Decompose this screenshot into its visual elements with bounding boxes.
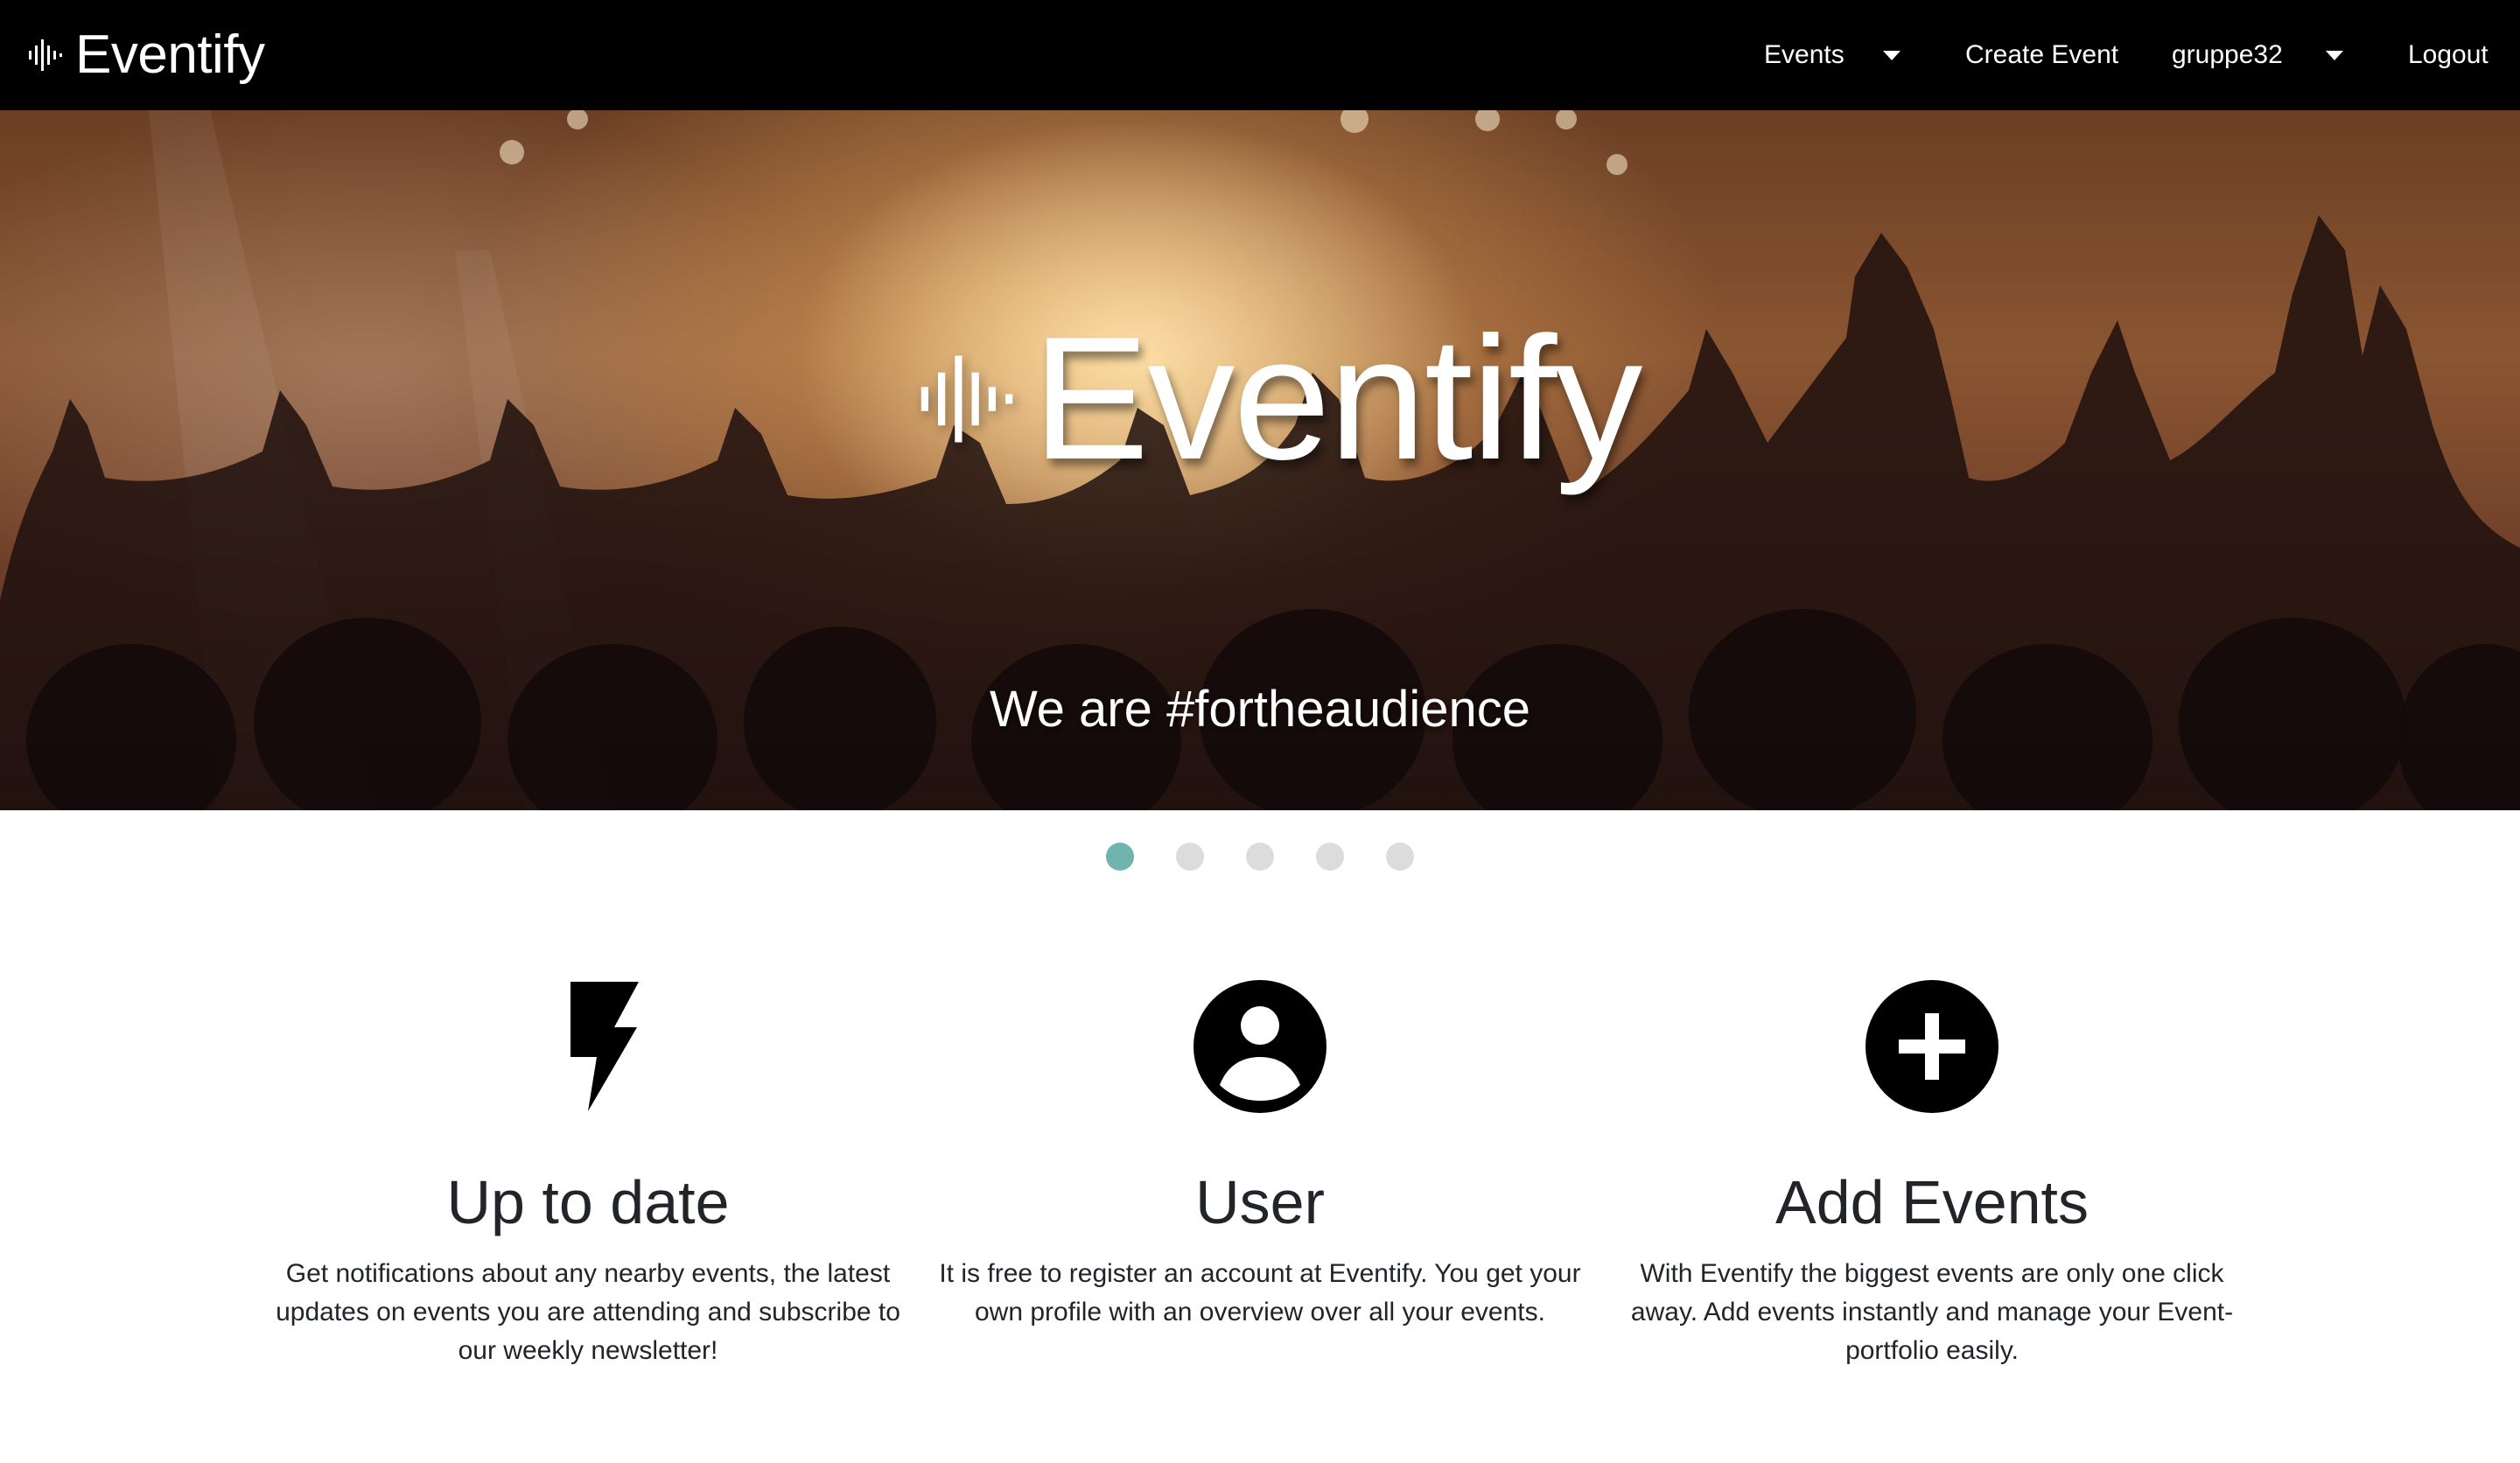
sound-wave-icon — [920, 355, 1013, 443]
feature-title: Up to date — [446, 1168, 730, 1236]
hero-carousel[interactable]: Eventify We are #fortheaudience — [0, 110, 2520, 810]
nav-create-event[interactable]: Create Event — [1965, 35, 2118, 75]
sound-wave-icon — [29, 39, 62, 71]
chevron-down-icon[interactable] — [1883, 51, 1900, 60]
feature-text: Get notifications about any nearby event… — [276, 1259, 900, 1365]
nav-logout[interactable]: Logout — [2408, 35, 2488, 75]
carousel-indicator-1[interactable] — [1106, 843, 1134, 871]
lightning-icon — [570, 982, 639, 1111]
feature-add-events: Add Events With Eventify the biggest eve… — [1608, 980, 2256, 1370]
top-navbar: Eventify Events Create Event gruppe32 Lo… — [0, 0, 2520, 110]
nav-events-dropdown[interactable]: Events — [1764, 35, 1844, 75]
carousel-indicator-2[interactable] — [1176, 843, 1204, 871]
feature-text: With Eventify the biggest events are onl… — [1630, 1259, 2234, 1365]
hero-caption: We are #fortheaudience — [989, 681, 1530, 738]
user-circle-icon — [1194, 980, 1326, 1113]
feature-title: User — [1195, 1168, 1325, 1236]
feature-user: User It is free to register an account a… — [936, 980, 1584, 1332]
hero-logo: Eventify — [919, 301, 1642, 496]
plus-circle-icon — [1866, 980, 1998, 1113]
hero-title: Eventify — [1032, 301, 1642, 496]
carousel-indicator-4[interactable] — [1316, 843, 1344, 871]
brand-name: Eventify — [75, 24, 265, 85]
carousel-indicator-3[interactable] — [1246, 843, 1274, 871]
feature-text: It is free to register an account at Eve… — [939, 1259, 1581, 1326]
chevron-down-icon[interactable] — [2326, 51, 2343, 60]
brand-link[interactable]: Eventify — [28, 23, 265, 88]
nav-user-dropdown[interactable]: gruppe32 — [2172, 35, 2283, 75]
feature-title: Add Events — [1775, 1168, 2089, 1236]
carousel-indicator-5[interactable] — [1386, 843, 1414, 871]
feature-up-to-date: Up to date Get notifications about any n… — [264, 980, 912, 1370]
